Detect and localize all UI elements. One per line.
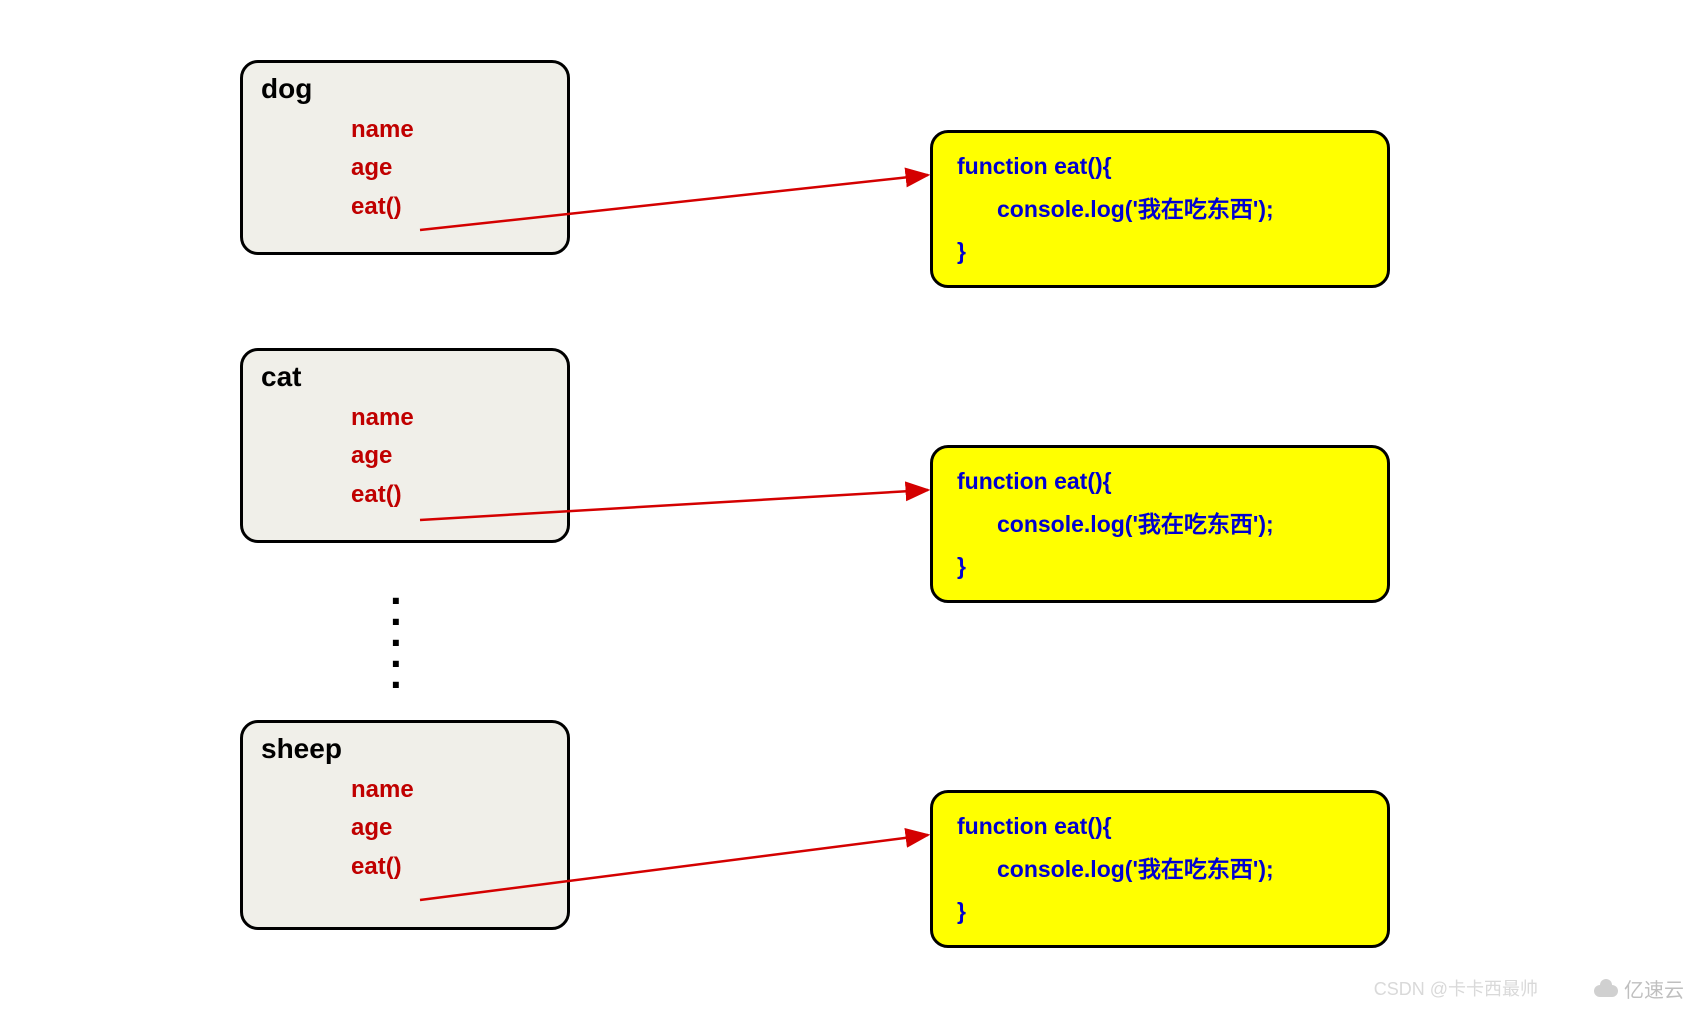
prop-eat: eat()	[351, 848, 549, 886]
prop-eat: eat()	[351, 476, 549, 514]
code-line: function eat(){	[957, 145, 1363, 188]
ellipsis-icon: ·····	[390, 590, 404, 695]
watermark-csdn: CSDN @卡卡西最帅	[1374, 975, 1538, 1001]
code-line: console.log('我在吃东西');	[957, 503, 1363, 546]
function-box-2: function eat(){ console.log('我在吃东西'); }	[930, 445, 1390, 603]
code-line: console.log('我在吃东西');	[957, 848, 1363, 891]
code-line: console.log('我在吃东西');	[957, 188, 1363, 231]
watermark-yisu-text: 亿速云	[1624, 974, 1684, 1003]
prop-name: name	[351, 111, 549, 149]
object-props: name age eat()	[261, 111, 549, 226]
code-line: }	[957, 545, 1363, 588]
object-box-sheep: sheep name age eat()	[240, 720, 570, 930]
code-line: function eat(){	[957, 460, 1363, 503]
prop-name: name	[351, 399, 549, 437]
object-title: cat	[261, 361, 549, 393]
function-box-3: function eat(){ console.log('我在吃东西'); }	[930, 790, 1390, 948]
function-box-1: function eat(){ console.log('我在吃东西'); }	[930, 130, 1390, 288]
object-props: name age eat()	[261, 771, 549, 886]
watermark-yisu: 亿速云	[1594, 974, 1684, 1003]
prop-eat: eat()	[351, 188, 549, 226]
object-title: sheep	[261, 733, 549, 765]
code-line: }	[957, 230, 1363, 273]
prop-age: age	[351, 437, 549, 475]
cloud-icon	[1594, 981, 1618, 997]
object-box-dog: dog name age eat()	[240, 60, 570, 255]
object-props: name age eat()	[261, 399, 549, 514]
code-line: }	[957, 890, 1363, 933]
code-line: function eat(){	[957, 805, 1363, 848]
prop-age: age	[351, 809, 549, 847]
prop-name: name	[351, 771, 549, 809]
prop-age: age	[351, 149, 549, 187]
object-box-cat: cat name age eat()	[240, 348, 570, 543]
object-title: dog	[261, 73, 549, 105]
